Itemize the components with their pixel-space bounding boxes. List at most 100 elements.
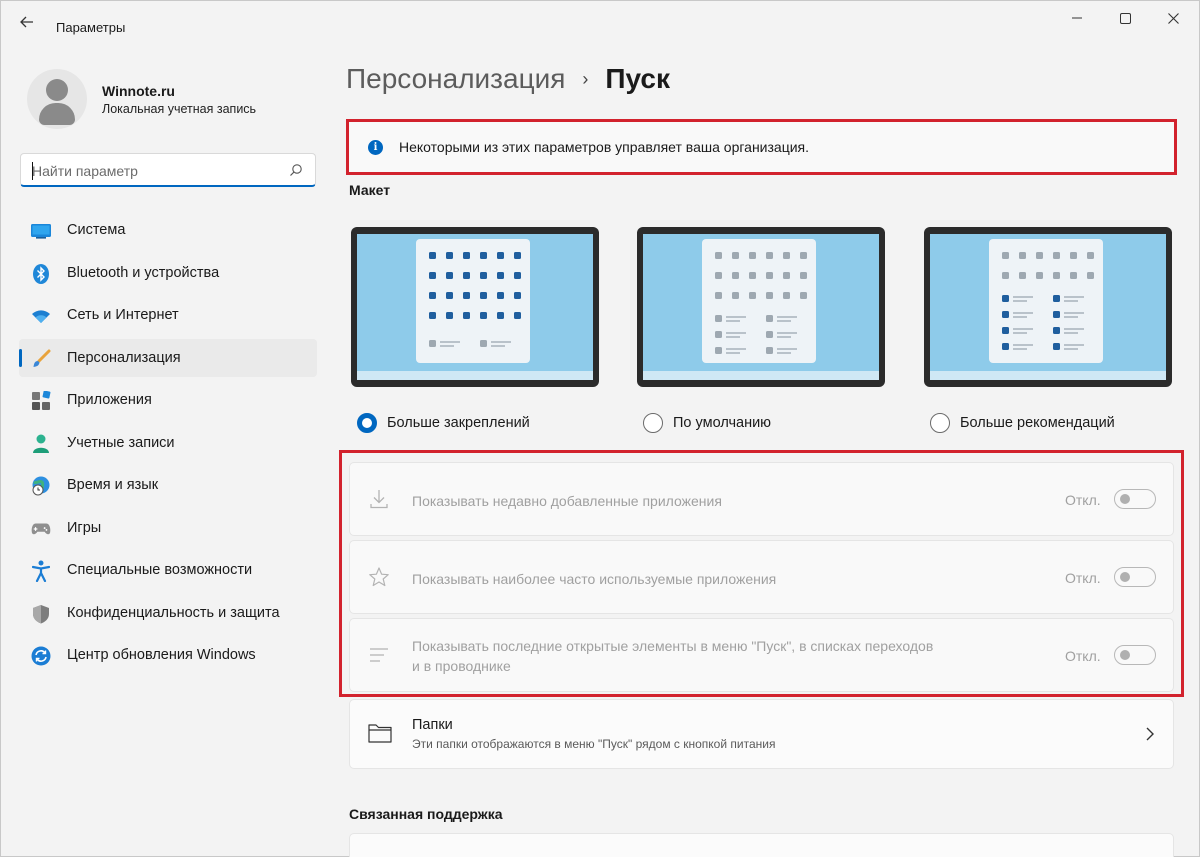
preview-tile	[1053, 252, 1060, 259]
preview-tile	[480, 292, 487, 299]
layout-option-default[interactable]: По умолчанию	[643, 413, 771, 433]
layout-option-more-pins[interactable]: Больше закреплений	[357, 413, 530, 433]
sidebar-item-label: Конфиденциальность и защита	[67, 604, 280, 621]
search-box[interactable]	[20, 153, 316, 187]
setting-most-used: Показывать наиболее часто используемые п…	[349, 540, 1174, 614]
accessibility-icon	[31, 560, 51, 582]
preview-tile	[1036, 272, 1043, 279]
toggle-recent-items[interactable]	[1114, 645, 1156, 665]
preview-tile	[766, 331, 773, 338]
layout-option-more-recommendations[interactable]: Больше рекомендаций	[930, 413, 1115, 433]
layout-preview-more-recommendations[interactable]	[924, 227, 1172, 387]
preview-tile	[766, 347, 773, 354]
preview-line	[1013, 296, 1033, 298]
preview-line	[1013, 328, 1033, 330]
account-type: Локальная учетная запись	[102, 102, 257, 116]
preview-tile	[480, 312, 487, 319]
preview-line	[777, 336, 791, 338]
toggle-most-used[interactable]	[1114, 567, 1156, 587]
preview-tile	[514, 272, 521, 279]
sidebar-item-windows-update[interactable]: Центр обновления Windows	[19, 636, 317, 674]
apps-icon	[31, 391, 51, 411]
sidebar-item-apps[interactable]: Приложения	[19, 381, 317, 419]
breadcrumb-separator: ›	[582, 68, 589, 89]
maximize-button[interactable]	[1105, 7, 1145, 29]
shield-icon	[31, 604, 51, 624]
preview-tile	[1002, 343, 1009, 350]
download-icon	[370, 490, 388, 509]
preview-tile	[480, 272, 487, 279]
back-button[interactable]	[15, 11, 39, 33]
close-button[interactable]	[1153, 7, 1193, 29]
preview-line	[726, 348, 746, 350]
related-support-card[interactable]	[349, 833, 1174, 857]
radio-button[interactable]	[357, 413, 377, 433]
search-input[interactable]	[32, 161, 282, 181]
preview-line	[1064, 296, 1084, 298]
preview-tile	[800, 292, 807, 299]
preview-line	[1013, 332, 1027, 334]
radio-label: Больше закреплений	[387, 415, 530, 431]
preview-tile	[715, 331, 722, 338]
preview-tile	[514, 252, 521, 259]
preview-line	[1064, 328, 1084, 330]
preview-tile	[514, 312, 521, 319]
sidebar-item-gaming[interactable]: Игры	[19, 509, 317, 547]
close-icon	[1167, 12, 1179, 24]
preview-tile	[429, 312, 436, 319]
preview-line	[777, 320, 791, 322]
folders-setting[interactable]: Папки Эти папки отображаются в меню "Пус…	[349, 699, 1174, 769]
preview-line	[1064, 344, 1084, 346]
bluetooth-icon	[31, 263, 51, 284]
preview-tile	[463, 252, 470, 259]
sidebar-item-label: Учетные записи	[67, 434, 175, 451]
radio-button[interactable]	[643, 413, 663, 433]
setting-label: Показывать наиболее часто используемые п…	[412, 571, 777, 587]
sidebar-item-accounts[interactable]: Учетные записи	[19, 424, 317, 462]
sidebar-item-network[interactable]: Сеть и Интернет	[19, 296, 317, 334]
start-menu-preview	[702, 239, 816, 363]
sidebar-item-system[interactable]: Система	[19, 211, 317, 249]
sidebar-item-privacy[interactable]: Конфиденциальность и защита	[19, 594, 317, 632]
minimize-button[interactable]	[1057, 7, 1097, 29]
preview-line	[1064, 332, 1078, 334]
preview-tile	[749, 292, 756, 299]
sidebar-item-accessibility[interactable]: Специальные возможности	[19, 551, 317, 589]
breadcrumb-parent[interactable]: Персонализация	[346, 63, 565, 95]
sidebar-nav: Система Bluetooth и устройства Сеть и Ин…	[19, 211, 317, 679]
preview-tile	[1002, 272, 1009, 279]
preview-line	[1064, 348, 1078, 350]
preview-tile	[463, 312, 470, 319]
preview-tile	[497, 252, 504, 259]
preview-line	[440, 341, 460, 343]
sidebar-item-personalization[interactable]: Персонализация	[19, 338, 317, 377]
radio-button[interactable]	[930, 413, 950, 433]
search-icon[interactable]	[289, 163, 303, 177]
start-menu-preview	[416, 239, 530, 363]
preview-line	[1013, 300, 1027, 302]
user-name: Winnote.ru	[102, 83, 175, 99]
preview-tile	[429, 292, 436, 299]
gamepad-icon	[31, 519, 51, 539]
preview-line	[777, 348, 797, 350]
preview-tile	[800, 272, 807, 279]
sidebar-item-time-language[interactable]: Время и язык	[19, 466, 317, 504]
chevron-right-icon	[1146, 727, 1154, 741]
preview-tile	[783, 292, 790, 299]
preview-tile	[1087, 272, 1094, 279]
preview-line	[777, 316, 797, 318]
preview-tile	[514, 292, 521, 299]
radio-label: По умолчанию	[673, 415, 772, 431]
toggle-recently-added[interactable]	[1114, 489, 1156, 509]
toggle-state: Откл.	[1065, 648, 1101, 664]
sidebar-item-label: Игры	[67, 519, 102, 536]
preview-tile	[783, 272, 790, 279]
related-support-title: Связанная поддержка	[349, 806, 503, 822]
setting-recent-items: Показывать последние открытые элементы в…	[349, 618, 1174, 692]
sidebar-item-bluetooth[interactable]: Bluetooth и устройства	[19, 254, 317, 292]
layout-preview-more-pins[interactable]	[351, 227, 599, 387]
preview-tile	[1002, 327, 1009, 334]
preview-tile	[715, 252, 722, 259]
layout-preview-default[interactable]	[637, 227, 885, 387]
preview-tile	[715, 347, 722, 354]
